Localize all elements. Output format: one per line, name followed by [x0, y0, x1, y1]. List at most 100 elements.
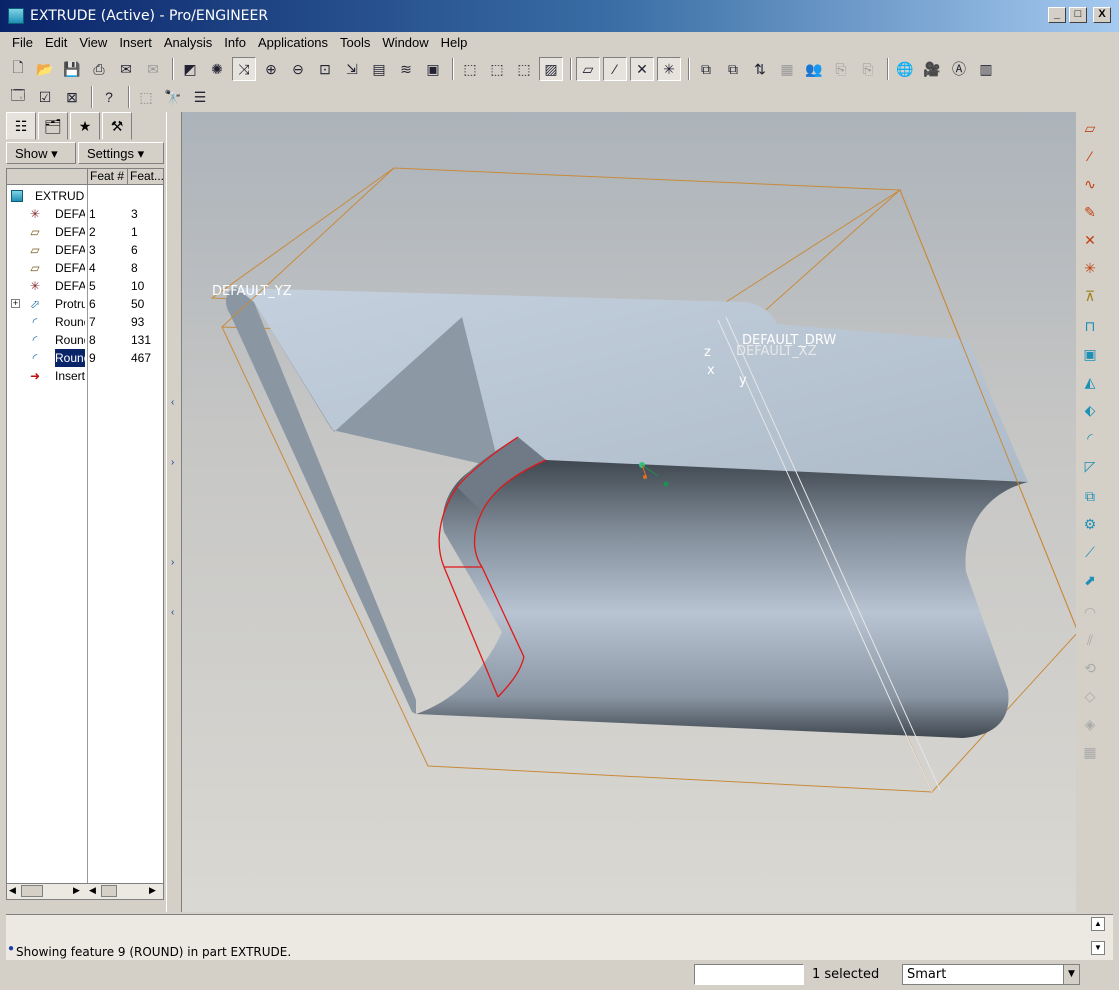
selection-filter-select[interactable]: Smart ▼ — [902, 964, 1080, 985]
pattern-grid-disabled-icon[interactable]: ▦ — [1078, 740, 1102, 764]
tree-row[interactable]: ✳ DEFAULT_CSYS 1 3 — [7, 205, 163, 223]
selection-box-icon[interactable]: ⬚ — [134, 85, 158, 109]
menu-edit[interactable]: Edit — [39, 32, 73, 54]
draft-tool-icon[interactable]: ⬈ — [1078, 568, 1102, 592]
tree-row[interactable]: ✳ DEFAULT_DRW 5 10 — [7, 277, 163, 295]
pattern-disabled-icon[interactable]: ◈ — [1078, 712, 1102, 736]
menu-help[interactable]: Help — [435, 32, 474, 54]
close-button[interactable]: X — [1093, 7, 1111, 23]
model-player-icon[interactable]: 👥 — [802, 57, 826, 81]
open-icon[interactable]: 📂 — [33, 57, 57, 81]
datum-points-display-icon[interactable]: ✕ — [630, 57, 654, 81]
model-tree-tab-icon[interactable]: ☷ — [6, 112, 36, 140]
model-view[interactable]: DEFAULT_YZ DEFAULT_DRW DEFAULT_XZ z x y — [182, 112, 1076, 912]
wireframe-icon[interactable]: ⬚ — [458, 57, 482, 81]
saved-views-icon[interactable]: ▤ — [367, 57, 391, 81]
panel-splitter[interactable]: ‹ › › ‹ — [166, 112, 182, 912]
web-browser-icon[interactable]: 🌐 — [893, 57, 917, 81]
tree-row[interactable]: ▱ DEFAULT_YZ 2 1 — [7, 223, 163, 241]
datum-curve-tool-icon[interactable]: ∿ — [1078, 172, 1102, 196]
regen-manager-icon[interactable]: ⇅ — [748, 57, 772, 81]
expand-right-icon[interactable]: › — [171, 457, 174, 468]
tree-row[interactable]: ◜ Round id 93 7 93 — [7, 313, 163, 331]
message-scrollbar[interactable]: ▲ ▼ — [1091, 917, 1107, 959]
analysis-tool-icon[interactable]: ⊼ — [1078, 284, 1102, 308]
scroll-thumb[interactable] — [101, 885, 117, 897]
context-help-icon[interactable]: ▥ — [974, 57, 998, 81]
new-icon[interactable]: 🗋 — [6, 57, 30, 81]
expand-icon[interactable]: + — [11, 299, 20, 308]
whats-this-icon[interactable]: ? — [97, 85, 121, 109]
view-manager-icon[interactable]: ▣ — [421, 57, 445, 81]
datum-axis-tool-icon[interactable]: ⁄ — [1078, 144, 1102, 168]
chamfer-tool-icon[interactable]: ◸ — [1078, 454, 1102, 478]
tree-col-name-header[interactable] — [7, 169, 87, 185]
shell-tool-icon[interactable]: ⚙ — [1078, 512, 1102, 536]
tree-row[interactable]: ▱ DEFAULT_XZ 3 6 — [7, 241, 163, 259]
no-hidden-icon[interactable]: ⬚ — [512, 57, 536, 81]
round-tool-icon[interactable]: ◜ — [1078, 426, 1102, 450]
settings-menu-button[interactable]: Settings ▾ — [78, 142, 164, 164]
orient-mode-icon[interactable]: ⤨ — [232, 57, 256, 81]
family-table-icon[interactable]: ▦ — [775, 57, 799, 81]
revolve-tool-icon[interactable]: ▣ — [1078, 342, 1102, 366]
menu-insert[interactable]: Insert — [113, 32, 158, 54]
scroll-thumb[interactable] — [21, 885, 43, 897]
datum-axes-display-icon[interactable]: ⁄ — [603, 57, 627, 81]
graphics-viewport[interactable]: DEFAULT_YZ DEFAULT_DRW DEFAULT_XZ z x y — [182, 112, 1076, 912]
zoom-out-icon[interactable]: ⊖ — [286, 57, 310, 81]
chevron-down-icon[interactable]: ▼ — [1063, 965, 1079, 984]
datum-planes-display-icon[interactable]: ▱ — [576, 57, 600, 81]
connections-tab-icon[interactable]: ⚒ — [102, 112, 132, 140]
info-disabled-icon[interactable]: ⎘ — [829, 57, 853, 81]
regenerate-icon[interactable]: ⧉ — [721, 57, 745, 81]
reorient-icon[interactable]: ⇲ — [340, 57, 364, 81]
menu-applications[interactable]: Applications — [252, 32, 334, 54]
expand-right-icon[interactable]: › — [171, 557, 174, 568]
label-default-xz[interactable]: DEFAULT_XZ — [736, 344, 817, 359]
layers-icon[interactable]: ≋ — [394, 57, 418, 81]
menu-file[interactable]: File — [6, 32, 39, 54]
menu-info[interactable]: Info — [218, 32, 252, 54]
merge-disabled-icon[interactable]: ⟲ — [1078, 656, 1102, 680]
copy-disabled-icon[interactable]: ◠ — [1078, 600, 1102, 624]
tree-row-root[interactable]: EXTRUDE — [7, 187, 163, 205]
csys-tool-icon[interactable]: ✳ — [1078, 256, 1102, 280]
show-menu-button[interactable]: Show ▾ — [6, 142, 76, 164]
annotation-icon[interactable]: Ⓐ — [947, 57, 971, 81]
zoom-in-icon[interactable]: ⊕ — [259, 57, 283, 81]
status-input-field[interactable] — [694, 964, 804, 985]
sketch-tool-icon[interactable]: ✎ — [1078, 200, 1102, 224]
send-disabled-icon[interactable]: ✉ — [141, 57, 165, 81]
tree-col-feat-id-header[interactable]: Feat... — [127, 169, 163, 185]
close-window-icon[interactable]: ⊠ — [60, 85, 84, 109]
minimize-button[interactable]: _ — [1048, 7, 1066, 23]
program-disabled-icon[interactable]: ⎘ — [856, 57, 880, 81]
menu-tools[interactable]: Tools — [334, 32, 376, 54]
tree-row-selected[interactable]: ◜ Round id 467 9 467 — [7, 349, 163, 367]
animation-icon[interactable]: 🎥 — [920, 57, 944, 81]
select-list-icon[interactable]: ☰ — [188, 85, 212, 109]
tree-row[interactable]: + ⬀ Protrusion id 50 6 50 — [7, 295, 163, 313]
model-tree-settings-icon[interactable]: ⧉ — [694, 57, 718, 81]
part-front-face[interactable] — [416, 460, 1028, 738]
variable-sweep-tool-icon[interactable]: ◭ — [1078, 370, 1102, 394]
menu-analysis[interactable]: Analysis — [158, 32, 218, 54]
menu-view[interactable]: View — [73, 32, 113, 54]
search-icon[interactable]: 🔭 — [161, 85, 185, 109]
tree-row[interactable]: ➜ Insert Here — [7, 367, 163, 385]
part-top-face[interactable] — [237, 288, 1028, 482]
extrude-tool-icon[interactable]: ⊓ — [1078, 314, 1102, 338]
scroll-up-icon[interactable]: ▲ — [1091, 917, 1105, 931]
extrude-part[interactable] — [226, 288, 1028, 738]
print-icon[interactable]: ⎙ — [87, 57, 111, 81]
repaint-icon[interactable]: ◩ — [178, 57, 202, 81]
scroll-left-icon[interactable]: ◀ — [9, 885, 16, 896]
refit-icon[interactable]: ⊡ — [313, 57, 337, 81]
shading-icon[interactable]: ▨ — [539, 57, 563, 81]
mirror-disabled-icon[interactable]: ⫽ — [1078, 628, 1102, 652]
tree-row[interactable]: ▱ DEFAULT_XY 4 8 — [7, 259, 163, 277]
folder-browser-tab-icon[interactable]: 🗂 — [38, 112, 68, 140]
label-default-yz[interactable]: DEFAULT_YZ — [212, 284, 292, 299]
collapse-left-icon[interactable]: ‹ — [171, 607, 174, 618]
